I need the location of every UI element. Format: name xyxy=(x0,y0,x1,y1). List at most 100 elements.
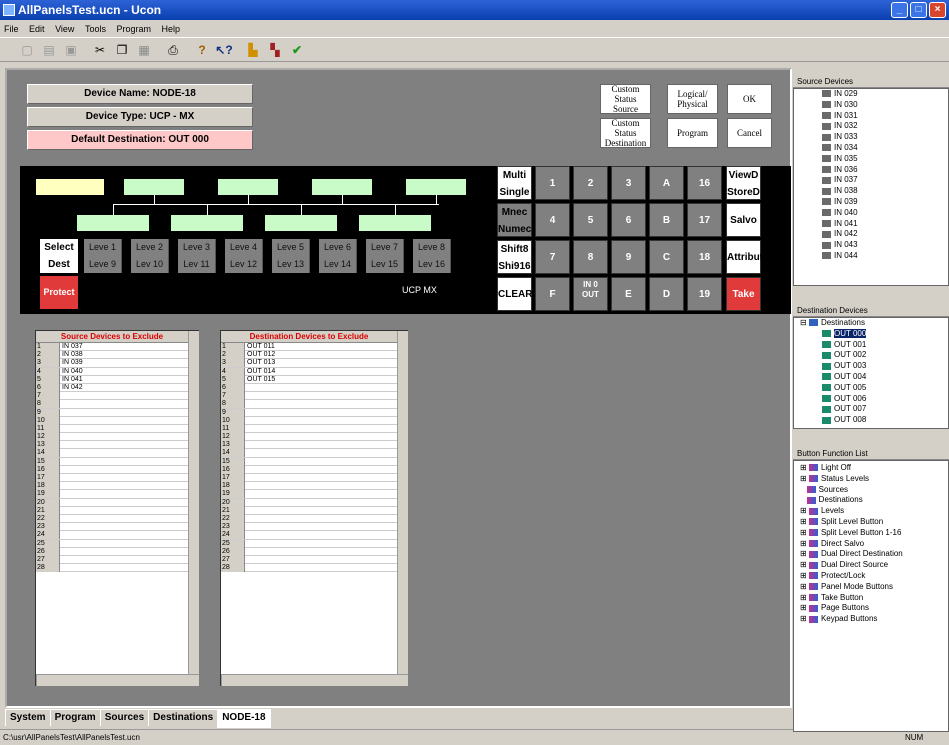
keypad-key[interactable]: 7 xyxy=(535,240,570,274)
table-row[interactable]: 28 xyxy=(221,564,397,573)
tree-item[interactable]: OUT 008 xyxy=(800,415,948,426)
cut-icon[interactable]: ✂ xyxy=(91,42,109,59)
table-row[interactable]: 7 xyxy=(36,392,188,401)
copy-icon[interactable]: ❐ xyxy=(113,42,131,59)
tab-program[interactable]: Program xyxy=(49,709,101,726)
tree-item[interactable]: IN 040 xyxy=(822,208,948,219)
tree-item[interactable]: IN 044 xyxy=(822,251,948,262)
tree-item[interactable]: Sources xyxy=(800,485,948,496)
table-row[interactable]: 1 IN 037 xyxy=(36,343,188,352)
keypad-key[interactable]: 18 xyxy=(687,240,722,274)
table-row[interactable]: 11 xyxy=(36,424,188,434)
tree-item[interactable]: OUT 007 xyxy=(800,404,948,415)
table-row[interactable]: 8 xyxy=(221,400,397,409)
table-row[interactable]: 5 OUT 015 xyxy=(221,375,397,384)
table-row[interactable]: 16 xyxy=(36,465,188,474)
tree-item[interactable]: IN 034 xyxy=(822,143,948,154)
table-row[interactable]: 24 xyxy=(36,531,188,540)
table-row[interactable]: 15 xyxy=(221,457,397,466)
tree-item[interactable]: OUT 001 xyxy=(800,340,948,351)
table-row[interactable]: 21 xyxy=(36,506,188,515)
table-row[interactable]: 1 OUT 011 xyxy=(221,343,397,352)
function-button[interactable]: Salvo xyxy=(726,203,761,237)
table-row[interactable]: 8 xyxy=(36,400,188,409)
table-row[interactable]: 24 xyxy=(221,531,397,540)
table-row[interactable]: 7 xyxy=(221,392,397,401)
tree-item[interactable]: IN 030 xyxy=(822,100,948,111)
keypad-key[interactable]: C xyxy=(649,240,684,274)
keypad-key[interactable]: 16 xyxy=(687,166,722,200)
upload-icon[interactable]: ▚ xyxy=(266,42,284,59)
table-row[interactable]: 14 xyxy=(221,449,397,458)
tree-item[interactable]: ⊞ Status Levels xyxy=(800,474,948,485)
table-row[interactable]: 18 xyxy=(221,482,397,491)
destination-exclude-table[interactable]: Destination Devices to Exclude 1 OUT 011 2… xyxy=(220,330,408,686)
tree-item[interactable]: ⊞ Protect/Lock xyxy=(800,571,948,582)
table-row[interactable]: 19 xyxy=(221,490,397,499)
ok-button[interactable]: OK xyxy=(727,84,772,114)
download-icon[interactable]: ▙ xyxy=(244,42,262,59)
function-button[interactable]: Attribut xyxy=(726,240,763,274)
tree-item[interactable]: IN 029 xyxy=(822,89,948,100)
open-file-icon[interactable]: ▤ xyxy=(40,42,58,59)
table-row[interactable]: 25 xyxy=(221,539,397,548)
table-row[interactable]: 6 xyxy=(221,383,397,393)
function-button[interactable]: Take xyxy=(726,277,761,311)
keypad-key[interactable]: 2 xyxy=(573,166,608,200)
tree-item[interactable]: ⊞ Levels xyxy=(800,506,948,517)
logical-physical-button[interactable]: Logical/ Physical xyxy=(667,84,718,114)
keypad-key[interactable]: A xyxy=(649,166,684,200)
mode-button[interactable]: CLEAR xyxy=(497,277,532,311)
tab-node-18[interactable]: NODE-18 xyxy=(217,709,271,728)
table-row[interactable]: 2 OUT 012 xyxy=(221,351,397,360)
mode-button[interactable]: Multi Single xyxy=(497,166,532,200)
tree-item[interactable]: ⊞ Page Buttons xyxy=(800,603,948,614)
tree-item[interactable]: IN 037 xyxy=(822,175,948,186)
mode-button[interactable]: Mnec Numec xyxy=(497,203,532,237)
tree-item[interactable]: ⊞ Split Level Button 1-16 xyxy=(800,528,948,539)
tree-item[interactable]: IN 039 xyxy=(822,197,948,208)
tree-item[interactable]: IN 031 xyxy=(822,111,948,122)
tree-item[interactable]: ⊞ Dual Direct Destination xyxy=(800,549,948,560)
protect-button[interactable]: Protect xyxy=(40,276,78,309)
table-row[interactable]: 23 xyxy=(36,523,188,532)
keypad-key[interactable]: F xyxy=(535,277,570,311)
table-row[interactable]: 3 OUT 013 xyxy=(221,359,397,368)
tree-item[interactable]: ⊞ Light Off xyxy=(800,463,948,474)
table-row[interactable]: 21 xyxy=(221,506,397,515)
table-row[interactable]: 22 xyxy=(36,514,188,524)
destination-devices-tree[interactable]: ⊟ Destinations OUT 000 OUT 001 OUT 002 OUT 0… xyxy=(793,317,949,429)
table-row[interactable]: 3 IN 039 xyxy=(36,359,188,368)
table-row[interactable]: 19 xyxy=(36,490,188,499)
keypad-key[interactable]: 5 xyxy=(573,203,608,237)
table-row[interactable]: 23 xyxy=(221,523,397,532)
table-row[interactable]: 4 OUT 014 xyxy=(221,367,397,376)
level-button[interactable]: Leve 6 Lev 14 xyxy=(319,239,357,273)
keypad-key[interactable]: 9 xyxy=(611,240,646,274)
table-row[interactable]: 13 xyxy=(36,441,188,450)
help-icon[interactable]: ? xyxy=(193,42,211,59)
level-button[interactable]: Leve 8 Lev 16 xyxy=(413,239,451,273)
tree-item[interactable]: OUT 003 xyxy=(800,361,948,372)
tree-item[interactable]: IN 043 xyxy=(822,240,948,251)
table-row[interactable]: 12 xyxy=(221,433,397,442)
horizontal-scrollbar[interactable] xyxy=(36,674,199,686)
tree-item[interactable]: OUT 004 xyxy=(800,372,948,383)
tree-item[interactable]: IN 036 xyxy=(822,165,948,176)
mode-button[interactable]: Shift8 Shi916 xyxy=(497,240,532,274)
table-row[interactable]: 4 IN 040 xyxy=(36,367,188,376)
tree-item[interactable]: ⊞ Split Level Button xyxy=(800,517,948,528)
table-row[interactable]: 25 xyxy=(36,539,188,548)
table-row[interactable]: 18 xyxy=(36,482,188,491)
level-button[interactable]: Leve 7 Lev 15 xyxy=(366,239,404,273)
tree-item[interactable]: ⊞ Direct Salvo xyxy=(800,539,948,550)
table-row[interactable]: 5 IN 041 xyxy=(36,375,188,384)
level-button[interactable]: Leve 4 Lev 12 xyxy=(225,239,263,273)
keypad-key[interactable]: 3 xyxy=(611,166,646,200)
keypad-key[interactable]: B xyxy=(649,203,684,237)
source-devices-tree[interactable]: IN 029 IN 030 IN 031 IN 032 IN 033 IN 034 IN 0… xyxy=(793,88,949,286)
context-help-icon[interactable]: ↖? xyxy=(215,42,233,59)
tab-destinations[interactable]: Destinations xyxy=(148,709,219,726)
level-button[interactable]: Leve 2 Lev 10 xyxy=(131,239,169,273)
tree-item[interactable]: IN 032 xyxy=(822,121,948,132)
